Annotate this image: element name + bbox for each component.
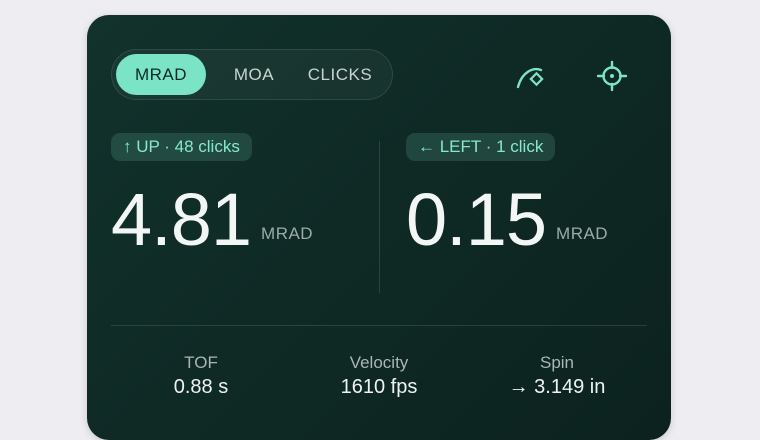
stat-spin-label: Spin (539, 353, 575, 372)
elevation-unit: MRAD (261, 224, 314, 243)
ballistic-solution-card: MRAD MOA CLICKS ↑ UP · 48 clicks 4.81 MRA… (87, 15, 671, 440)
windage-badge: ← LEFT · 1 click (406, 133, 556, 161)
trajectory-button[interactable] (513, 59, 549, 95)
stat-tof-label: TOF (184, 353, 218, 372)
crosshair-icon (596, 60, 628, 92)
stat-tof-value: 0.88 s (173, 376, 229, 398)
trajectory-icon (516, 68, 544, 89)
stat-velocity: Velocity 1610 fps (289, 353, 469, 400)
stats-divider (111, 325, 647, 326)
elevation-value: 4.81 (111, 178, 252, 261)
stat-spin: Spin → 3.149 in (467, 353, 647, 400)
elevation-badge: ↑ UP · 48 clicks (111, 133, 252, 161)
unit-segmented-control: MRAD MOA CLICKS (111, 49, 393, 100)
panel-divider (379, 141, 380, 293)
windage-unit: MRAD (556, 224, 609, 243)
windage-value: 0.15 (406, 178, 547, 261)
elevation-panel: ↑ UP · 48 clicks 4.81 MRAD (111, 133, 313, 257)
stat-velocity-label: Velocity (349, 353, 409, 372)
crosshair-button[interactable] (594, 59, 630, 95)
tab-clicks[interactable]: CLICKS (296, 54, 384, 95)
stat-spin-value: → 3.149 in (508, 376, 606, 398)
tab-moa[interactable]: MOA (216, 54, 292, 95)
stat-tof: TOF 0.88 s (111, 353, 291, 400)
windage-panel: ← LEFT · 1 click 0.15 MRAD (406, 133, 608, 257)
tab-mrad[interactable]: MRAD (116, 54, 206, 95)
stat-velocity-value: 1610 fps (340, 376, 418, 398)
